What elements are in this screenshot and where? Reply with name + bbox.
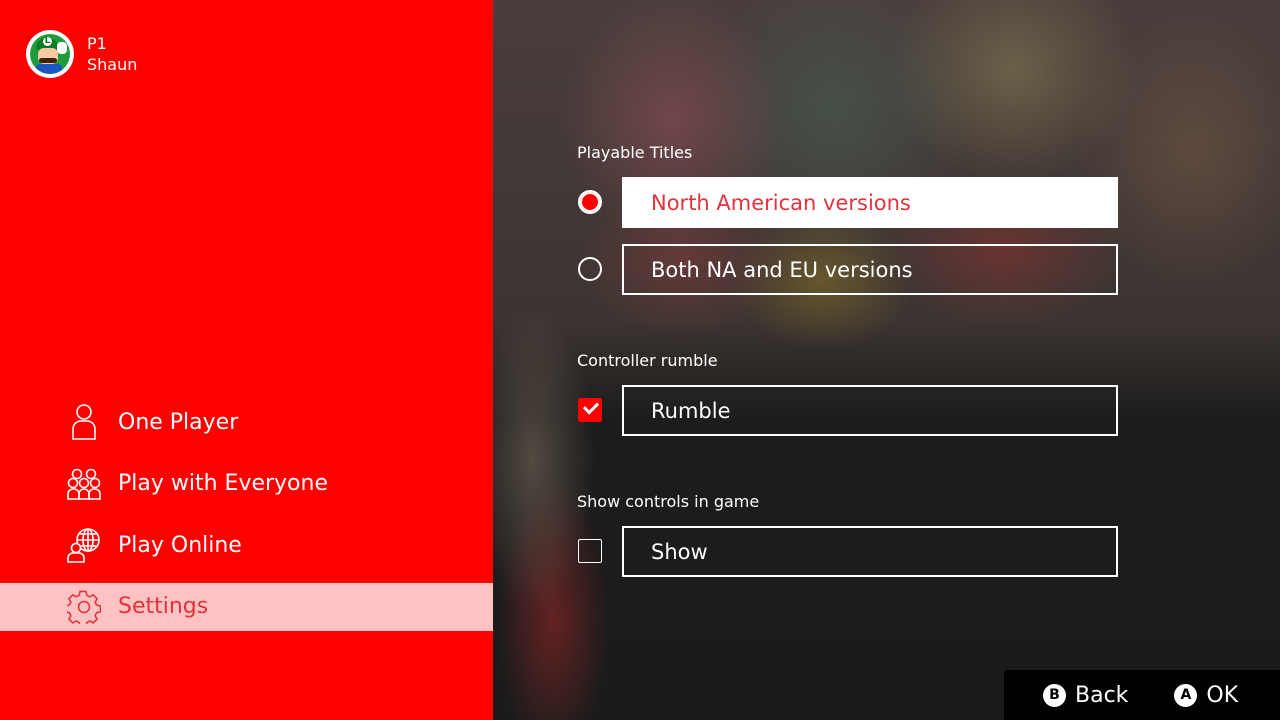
- playable-titles-option-both[interactable]: Both NA and EU versions: [577, 244, 1118, 295]
- player-slot: P1: [87, 34, 107, 53]
- ok-label: OK: [1206, 682, 1239, 708]
- back-button[interactable]: B Back: [1043, 683, 1128, 708]
- sidebar-item-label: Play Online: [118, 532, 242, 558]
- gear-icon: [66, 589, 102, 625]
- playable-titles-label: Playable Titles: [577, 143, 693, 162]
- globe-person-icon: [66, 527, 102, 563]
- controller-rumble-label: Controller rumble: [577, 351, 718, 370]
- show-controls-label: Show controls in game: [577, 492, 760, 511]
- group-icon: [66, 466, 102, 502]
- sidebar-item-settings[interactable]: Settings: [0, 582, 493, 631]
- option-show[interactable]: Show: [622, 526, 1118, 577]
- b-button-icon: B: [1043, 683, 1066, 707]
- playable-titles-option-na[interactable]: North American versions: [577, 177, 1118, 228]
- radio-selected-icon[interactable]: [578, 190, 602, 214]
- option-both-na-eu[interactable]: Both NA and EU versions: [622, 244, 1118, 295]
- sidebar: P1 Shaun One Player Play with Everyone P…: [0, 0, 493, 720]
- user-profile[interactable]: P1 Shaun: [26, 30, 137, 78]
- radio-unselected-icon[interactable]: [578, 257, 602, 281]
- show-controls-option[interactable]: Show: [577, 526, 1118, 577]
- sidebar-item-play-with-everyone[interactable]: Play with Everyone: [0, 460, 493, 508]
- checkbox-unchecked-icon[interactable]: [578, 539, 602, 563]
- settings-panel: Playable Titles North American versions …: [493, 0, 1280, 720]
- username: Shaun: [87, 55, 138, 74]
- rumble-option[interactable]: Rumble: [577, 385, 1118, 436]
- sidebar-item-one-player[interactable]: One Player: [0, 398, 493, 446]
- sidebar-item-label: Play with Everyone: [118, 471, 328, 496]
- luigi-avatar-icon: [30, 34, 70, 74]
- sidebar-item-label: One Player: [118, 409, 239, 435]
- sidebar-item-play-online[interactable]: Play Online: [0, 521, 493, 569]
- checkbox-checked-icon[interactable]: [578, 398, 602, 422]
- sidebar-menu: One Player Play with Everyone Play Onlin…: [0, 398, 493, 644]
- avatar[interactable]: [26, 30, 74, 78]
- option-north-american[interactable]: North American versions: [622, 177, 1118, 228]
- option-rumble[interactable]: Rumble: [622, 385, 1118, 436]
- person-icon: [66, 404, 102, 440]
- sidebar-item-label: Settings: [118, 594, 209, 619]
- ok-button[interactable]: A OK: [1174, 683, 1238, 708]
- button-hint-bar: B Back A OK: [1004, 670, 1280, 720]
- back-label: Back: [1075, 682, 1129, 708]
- a-button-icon: A: [1174, 683, 1198, 707]
